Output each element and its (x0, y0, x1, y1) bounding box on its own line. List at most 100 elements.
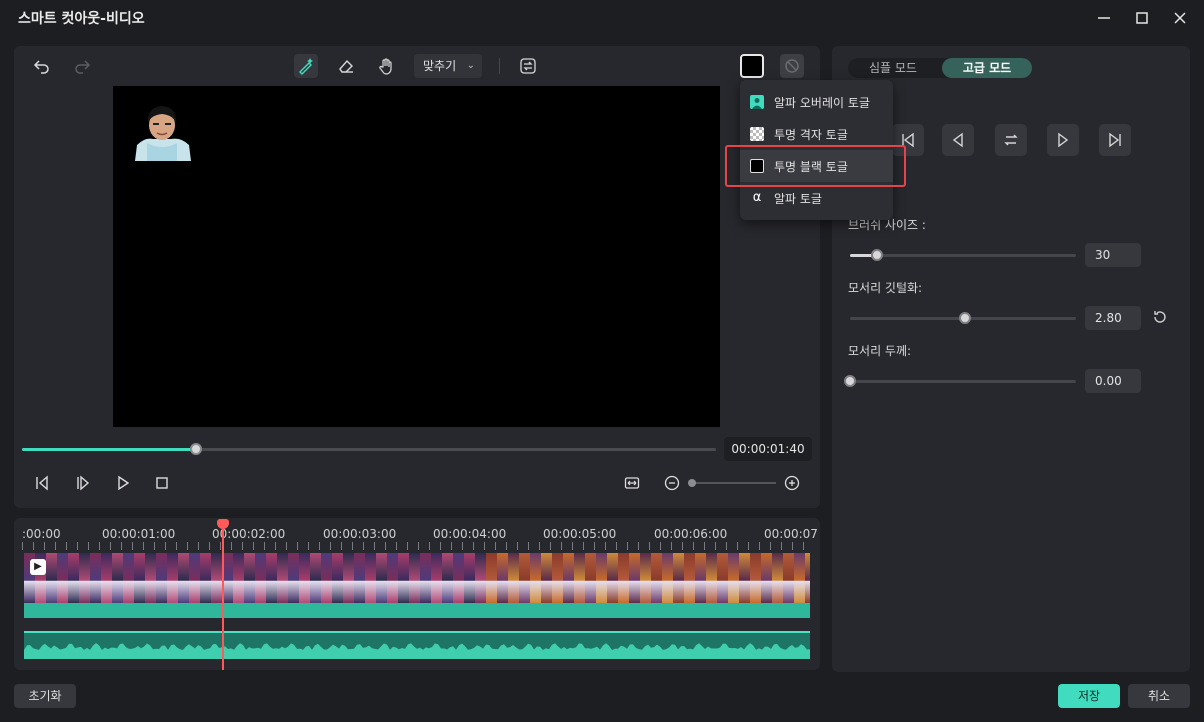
clip-thumbnail (387, 553, 398, 603)
reset-button[interactable]: 초기화 (14, 684, 76, 708)
clip-thumbnail (497, 553, 508, 603)
clip-thumbnail (145, 553, 156, 603)
ruler-label: 00:00:04:00 (433, 527, 507, 541)
swap-icon[interactable] (516, 54, 540, 78)
clip-thumbnail (178, 553, 189, 603)
zoom-out-icon[interactable] (662, 473, 682, 493)
hand-icon[interactable] (375, 54, 399, 78)
undo-icon[interactable] (30, 54, 54, 78)
clip-thumbnail (684, 553, 695, 603)
clip-thumbnail (321, 553, 332, 603)
clip-thumbnail (420, 553, 431, 603)
clip-thumbnail (211, 553, 222, 603)
current-timecode: 00:00:01:40 (724, 437, 812, 461)
smart-brush-icon[interactable] (294, 54, 318, 78)
bidirectional-button[interactable] (995, 124, 1027, 156)
audio-track[interactable] (24, 631, 810, 659)
eraser-icon[interactable] (334, 54, 358, 78)
slider-fill (850, 317, 965, 320)
prev-frame-icon[interactable] (32, 473, 52, 493)
clip-thumbnail (266, 553, 277, 603)
slider-knob[interactable] (844, 375, 856, 387)
zoom-in-icon[interactable] (782, 473, 802, 493)
highlight-annotation-box (725, 145, 906, 187)
clip-thumbnail (453, 553, 464, 603)
play-icon[interactable] (113, 473, 133, 493)
menu-item-label: 알파 오버레이 토글 (774, 95, 870, 110)
background-toggle-button[interactable] (740, 54, 764, 78)
clip-thumbnail (365, 553, 376, 603)
title-bar: 스마트 컷아웃-비디오 (0, 0, 1204, 36)
jump-end-button[interactable] (1099, 124, 1131, 156)
clip-thumbnail (90, 553, 101, 603)
clip-thumbnail (277, 553, 288, 603)
clip-thumbnail (101, 553, 112, 603)
playback-progress-bar[interactable] (22, 443, 716, 455)
fit-dropdown[interactable]: 맞추기 ⌄ (414, 54, 482, 78)
redo-icon[interactable] (70, 54, 94, 78)
menu-item-label: 알파 토글 (774, 191, 822, 206)
ruler-label: :00:00 (22, 527, 61, 541)
step-forward-button[interactable] (1047, 124, 1079, 156)
clip-thumbnail (46, 553, 57, 603)
fit-timeline-icon[interactable] (622, 473, 642, 493)
clip-thumbnail (574, 553, 585, 603)
clip-thumbnail (750, 553, 761, 603)
step-back-button[interactable] (942, 124, 974, 156)
slider-knob[interactable] (871, 249, 884, 261)
clip-thumbnail (431, 553, 442, 603)
clip-thumbnail (552, 553, 563, 603)
fit-dropdown-label: 맞추기 (423, 59, 457, 73)
clip-thumbnail (167, 553, 178, 603)
clip-thumbnail (629, 553, 640, 603)
clip-thumbnail (530, 553, 541, 603)
brush-size-input[interactable]: 30 (1085, 243, 1141, 267)
clip-thumbnail (332, 553, 343, 603)
brush-size-slider[interactable] (850, 249, 1076, 261)
video-track[interactable] (24, 553, 810, 618)
minimize-button[interactable] (1094, 8, 1114, 28)
clip-thumbnail (68, 553, 79, 603)
clip-play-icon: ▶ (30, 559, 46, 575)
toolbar-divider (499, 58, 500, 74)
clip-thumbnail (156, 553, 167, 603)
clip-thumbnail (706, 553, 717, 603)
clip-thumbnail (200, 553, 211, 603)
maximize-button[interactable] (1132, 8, 1152, 28)
menu-item-alpha-overlay[interactable]: 알파 오버레이 토글 (740, 86, 893, 118)
slider-knob[interactable] (959, 312, 972, 324)
next-frame-icon[interactable] (73, 473, 93, 493)
video-preview[interactable] (113, 86, 720, 427)
stop-icon[interactable] (152, 473, 172, 493)
advanced-mode-tab[interactable]: 고급 모드 (942, 58, 1032, 78)
simple-mode-tab[interactable]: 심플 모드 (848, 58, 938, 78)
clip-thumbnail (596, 553, 607, 603)
edge-feather-input[interactable]: 2.80 (1085, 306, 1141, 330)
save-button[interactable]: 저장 (1058, 684, 1120, 708)
reset-icon[interactable] (1152, 309, 1172, 329)
clip-thumbnail (651, 553, 662, 603)
edge-feather-label: 모서리 깃털화: (848, 281, 923, 295)
progress-fill (22, 448, 196, 451)
close-button[interactable] (1170, 8, 1190, 28)
clip-thumbnail (288, 553, 299, 603)
cancel-button[interactable]: 취소 (1128, 684, 1190, 708)
zoom-slider[interactable] (690, 482, 776, 484)
mode-toggle: 심플 모드 고급 모드 (848, 58, 1032, 78)
window-title: 스마트 컷아웃-비디오 (18, 11, 145, 27)
clip-thumbnail (695, 553, 706, 603)
edge-feather-slider[interactable] (850, 312, 1076, 324)
edge-thickness-slider[interactable] (844, 375, 1076, 387)
clip-thumbnail (508, 553, 519, 603)
edge-thickness-input[interactable]: 0.00 (1085, 369, 1141, 393)
timeline-ruler[interactable] (22, 542, 812, 550)
clip-thumbnail (640, 553, 651, 603)
ruler-label: 00:00:03:00 (323, 527, 397, 541)
checkerboard-icon (750, 127, 764, 141)
progress-knob[interactable] (189, 443, 202, 455)
playhead[interactable] (222, 523, 224, 670)
clip-thumbnail (475, 553, 486, 603)
clip-thumbnail (299, 553, 310, 603)
zoom-slider-knob[interactable] (688, 479, 696, 487)
no-background-icon[interactable] (780, 54, 804, 78)
